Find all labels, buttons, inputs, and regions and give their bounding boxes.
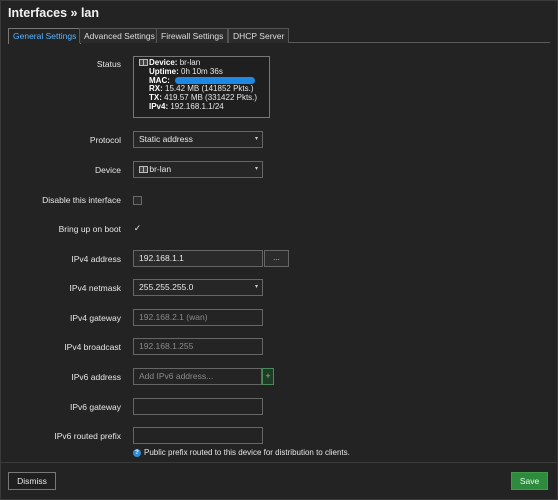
ipv6-prefix-hint-text: Public prefix routed to this device for … <box>144 448 350 457</box>
ipv4-broadcast-input[interactable]: 192.168.1.255 <box>133 338 263 355</box>
ipv6-routed-prefix-input[interactable] <box>133 427 263 444</box>
ipv4-value: 192.168.1.1/24 <box>170 101 224 111</box>
protocol-select[interactable]: Static address ▾ <box>133 131 263 148</box>
dismiss-button[interactable]: Dismiss <box>8 472 56 490</box>
help-icon: ? <box>133 448 141 457</box>
ipv4-gateway-label: IPv4 gateway <box>69 313 121 323</box>
device-select[interactable]: br-lan ▾ <box>133 161 263 178</box>
tab-firewall-settings[interactable]: Firewall Settings <box>156 28 229 43</box>
ipv6-routed-prefix-label: IPv6 routed prefix <box>54 431 121 441</box>
device-label: Device <box>95 165 121 175</box>
add-ipv6-address-button[interactable]: + <box>262 368 274 385</box>
mac-key: MAC: <box>149 75 170 85</box>
chevron-down-icon: ▾ <box>254 166 258 172</box>
bring-up-on-boot-checkbox[interactable]: ✓ <box>133 224 142 233</box>
save-button[interactable]: Save <box>511 472 548 490</box>
ipv4-address-calc-button[interactable]: ... <box>264 250 289 267</box>
tab-bar: General Settings Advanced Settings Firew… <box>8 28 550 44</box>
uptime-key: Uptime: <box>149 66 179 76</box>
ipv4-address-label: IPv4 address <box>71 254 121 264</box>
network-port-icon <box>139 166 148 174</box>
tab-general-settings[interactable]: General Settings <box>8 28 82 44</box>
ipv6-gateway-input[interactable] <box>133 398 263 415</box>
ipv4-address-input[interactable]: 192.168.1.1 <box>133 250 263 267</box>
protocol-value: Static address <box>139 134 193 144</box>
device-value: br-lan <box>179 58 201 67</box>
chevron-down-icon: ▾ <box>254 284 258 290</box>
device-key: Device: <box>149 58 178 67</box>
status-label: Status <box>96 59 121 69</box>
disable-interface-label: Disable this interface <box>42 195 121 205</box>
ipv6-prefix-hint: ? Public prefix routed to this device for… <box>133 448 350 457</box>
network-port-icon <box>139 59 148 66</box>
ipv4-netmask-select[interactable]: 255.255.255.0 ▾ <box>133 279 263 296</box>
rx-value: 15.42 MB (141852 Pkts.) <box>165 84 254 94</box>
chevron-down-icon: ▾ <box>254 136 258 142</box>
tx-value: 419.57 MB (331422 Pkts.) <box>164 93 258 103</box>
uptime-value: 0h 10m 36s <box>181 66 223 76</box>
tab-advanced-settings[interactable]: Advanced Settings <box>79 28 160 43</box>
ipv6-gateway-label: IPv6 gateway <box>69 402 121 412</box>
mac-redaction <box>175 76 256 84</box>
ipv4-gateway-input[interactable]: 192.168.2.1 (wan) <box>133 309 263 326</box>
ipv4-netmask-value: 255.255.255.0 <box>139 282 194 292</box>
disable-interface-checkbox[interactable] <box>133 196 142 205</box>
ipv6-address-label: IPv6 address <box>71 372 121 382</box>
tx-key: TX: <box>149 93 162 103</box>
rx-key: RX: <box>149 84 163 94</box>
tab-dhcp-server[interactable]: DHCP Server <box>228 28 290 43</box>
ipv4-key: IPv4: <box>149 101 169 111</box>
page-title: Interfaces » lan <box>8 6 100 20</box>
status-box: Device: br-lan Uptime: 0h 10m 36s MAC: R… <box>133 56 270 118</box>
bring-up-on-boot-label: Bring up on boot <box>58 224 121 234</box>
ipv4-netmask-label: IPv4 netmask <box>69 283 122 293</box>
protocol-label: Protocol <box>89 135 121 145</box>
device-select-value: br-lan <box>149 164 172 174</box>
ipv4-broadcast-label: IPv4 broadcast <box>64 342 121 352</box>
footer-divider <box>0 462 558 463</box>
ipv6-address-input[interactable]: Add IPv6 address... <box>133 368 262 385</box>
